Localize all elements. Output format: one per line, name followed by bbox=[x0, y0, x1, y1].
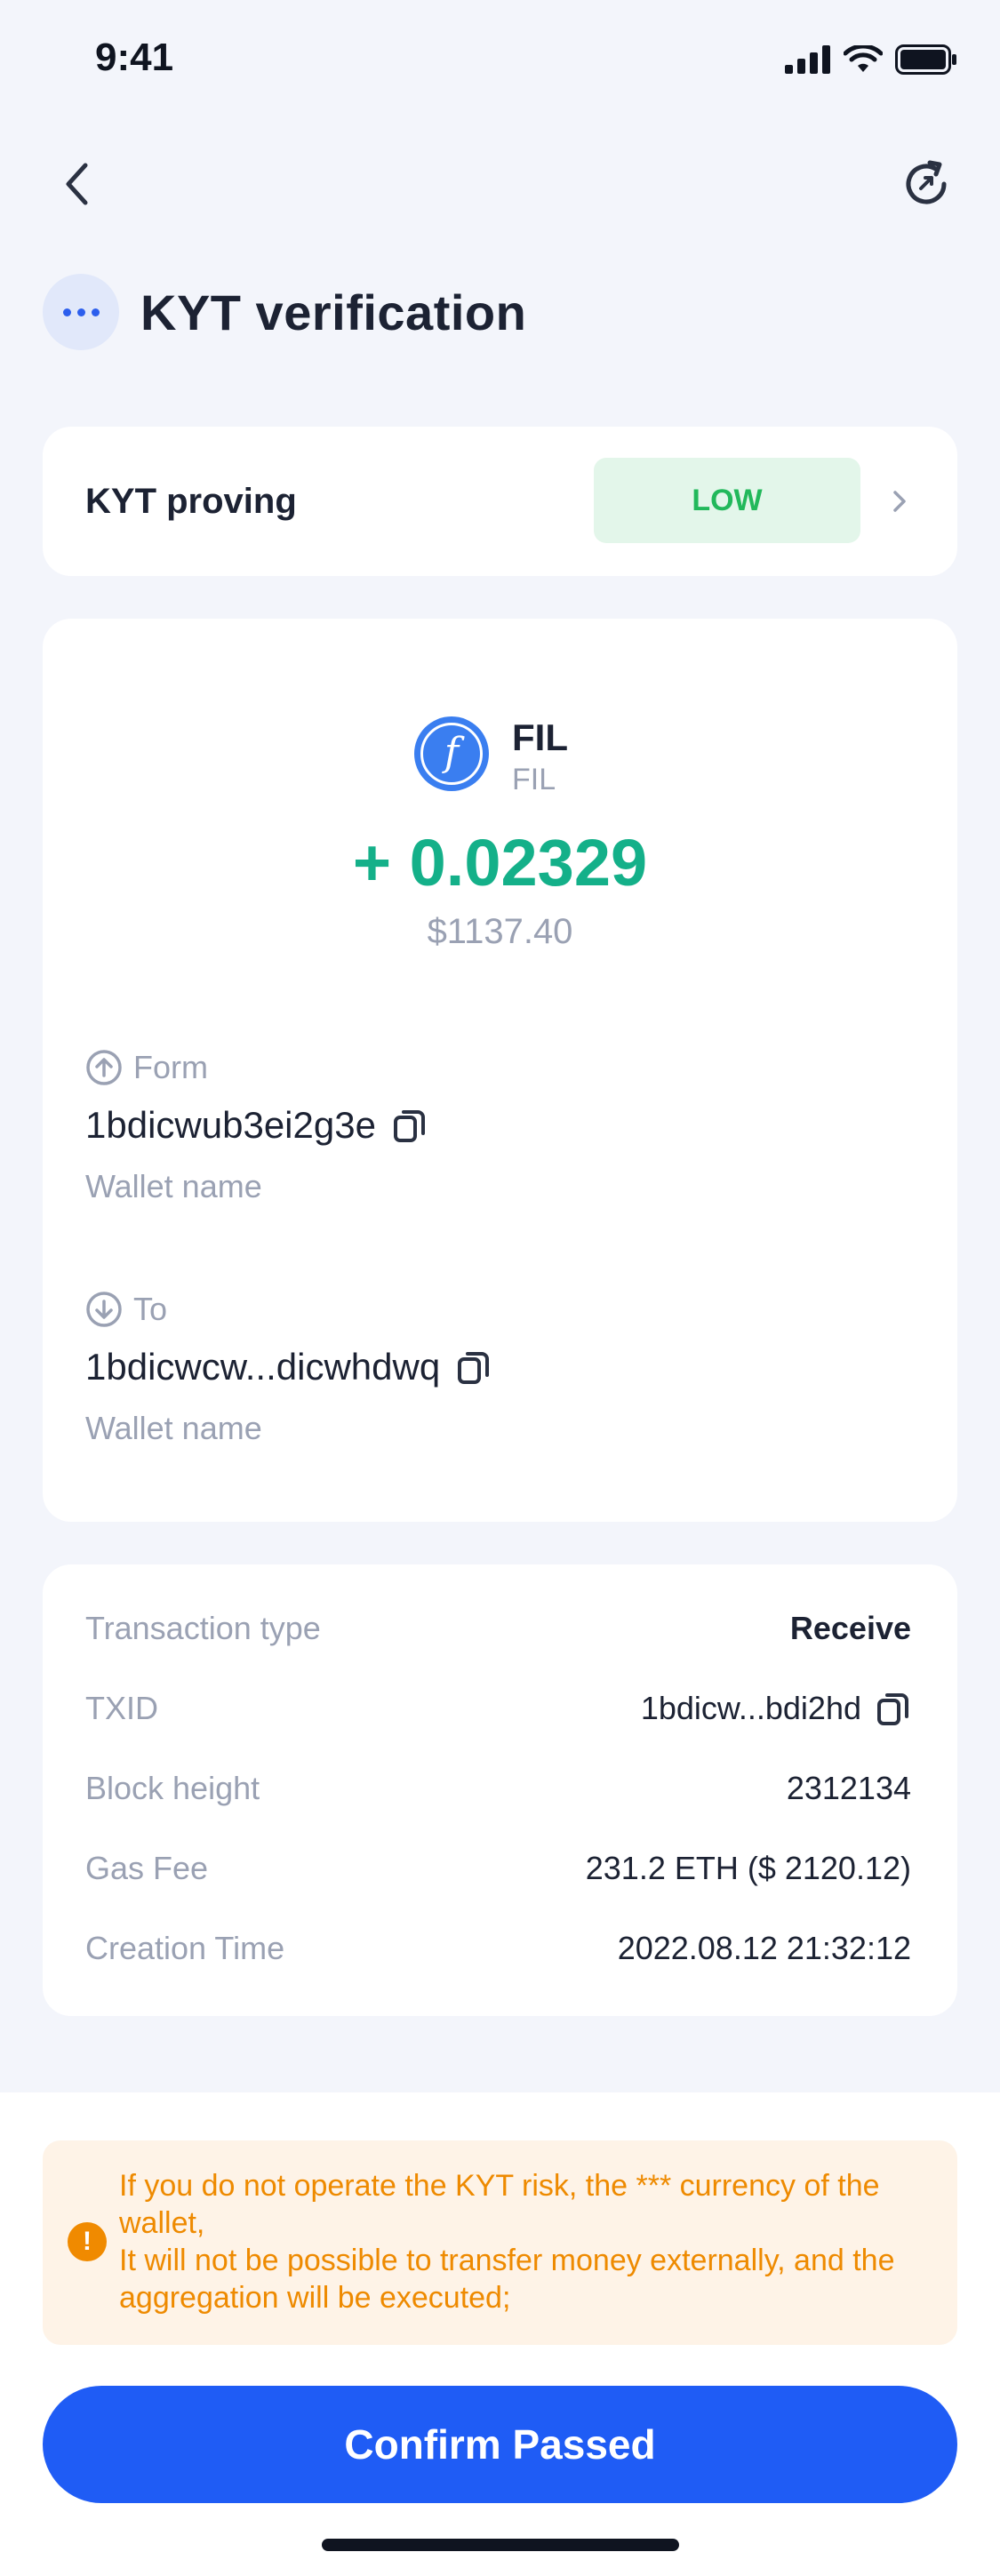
fiat-value: $1137.40 bbox=[427, 912, 573, 951]
detail-row-gas-fee: Gas Fee 231.2 ETH ($ 2120.12) bbox=[85, 1842, 911, 1895]
transaction-details-card: Transaction type Receive TXID 1bdicw...b… bbox=[43, 1564, 957, 2016]
bottom-sheet: ! If you do not operate the KYT risk, th… bbox=[0, 2092, 1000, 2576]
detail-label: Block height bbox=[85, 1770, 260, 1806]
copy-icon[interactable] bbox=[392, 1107, 428, 1144]
transaction-amount: + 0.02329 bbox=[352, 826, 648, 900]
from-label: Form bbox=[133, 1049, 208, 1085]
status-icons bbox=[785, 44, 957, 75]
warning-banner: ! If you do not operate the KYT risk, th… bbox=[43, 2140, 957, 2345]
page-title: KYT verification bbox=[140, 284, 527, 340]
detail-label: Transaction type bbox=[85, 1610, 321, 1646]
copy-icon[interactable] bbox=[876, 1690, 911, 1727]
from-section: Form 1bdicwub3ei2g3e Wallet name bbox=[85, 1049, 428, 1205]
coin-symbol: FIL bbox=[512, 763, 556, 796]
filecoin-icon: f bbox=[414, 716, 489, 791]
home-indicator bbox=[322, 2539, 679, 2551]
risk-level-badge: LOW bbox=[594, 458, 860, 543]
warning-line-1: If you do not operate the KYT risk, the … bbox=[119, 2169, 880, 2240]
to-wallet-name: Wallet name bbox=[85, 1410, 262, 1446]
arrow-down-circle-icon bbox=[86, 1292, 122, 1327]
refresh-button[interactable] bbox=[895, 153, 957, 215]
detail-value: 231.2 ETH ($ 2120.12) bbox=[585, 1850, 911, 1886]
more-dots-icon[interactable] bbox=[43, 274, 119, 350]
status-time: 9:41 bbox=[95, 36, 174, 79]
wifi-icon bbox=[844, 45, 883, 72]
battery-icon bbox=[895, 44, 956, 75]
detail-value: Receive bbox=[789, 1610, 911, 1646]
cellular-signal-icon bbox=[785, 45, 830, 74]
chevron-right-icon bbox=[886, 482, 913, 521]
back-button[interactable] bbox=[50, 153, 103, 215]
detail-row-transaction-type: Transaction type Receive bbox=[85, 1602, 911, 1655]
chevron-left-icon bbox=[66, 163, 88, 205]
coin-name: FIL bbox=[512, 716, 568, 758]
status-bar: 9:41 bbox=[0, 0, 1000, 116]
detail-row-block-height: Block height 2312134 bbox=[85, 1762, 911, 1815]
to-section: To 1bdicwcw...dicwhdwq Wallet name bbox=[85, 1291, 492, 1447]
title-row: KYT verification bbox=[43, 274, 526, 350]
confirm-passed-button[interactable]: Confirm Passed bbox=[43, 2386, 957, 2503]
from-wallet-name: Wallet name bbox=[85, 1168, 262, 1204]
warning-line-2: It will not be possible to transfer mone… bbox=[119, 2244, 895, 2315]
txid-value: 1bdicw...bdi2hd bbox=[640, 1690, 861, 1726]
nav-bar bbox=[0, 142, 1000, 240]
detail-value: 2312134 bbox=[786, 1770, 911, 1806]
to-label: To bbox=[133, 1291, 168, 1327]
detail-value: 2022.08.12 21:32:12 bbox=[617, 1930, 911, 1966]
transaction-card: f FIL FIL + 0.02329 $1137.40 Form 1bdicw… bbox=[43, 619, 957, 1522]
detail-label: TXID bbox=[85, 1690, 159, 1726]
refresh-icon bbox=[906, 160, 947, 204]
detail-label: Gas Fee bbox=[85, 1850, 209, 1886]
kyt-label: KYT proving bbox=[85, 482, 297, 521]
from-address: 1bdicwub3ei2g3e bbox=[85, 1104, 376, 1146]
to-address: 1bdicwcw...dicwhdwq bbox=[85, 1346, 441, 1388]
detail-row-creation-time: Creation Time 2022.08.12 21:32:12 bbox=[85, 1922, 911, 1975]
copy-icon[interactable] bbox=[456, 1348, 492, 1386]
arrow-up-circle-icon bbox=[86, 1050, 122, 1085]
coin-row: f FIL FIL bbox=[414, 716, 568, 800]
detail-label: Creation Time bbox=[85, 1930, 285, 1966]
warning-icon: ! bbox=[68, 2222, 107, 2261]
kyt-proving-card[interactable]: KYT proving LOW bbox=[43, 427, 957, 576]
detail-row-txid: TXID 1bdicw...bdi2hd bbox=[85, 1682, 911, 1735]
